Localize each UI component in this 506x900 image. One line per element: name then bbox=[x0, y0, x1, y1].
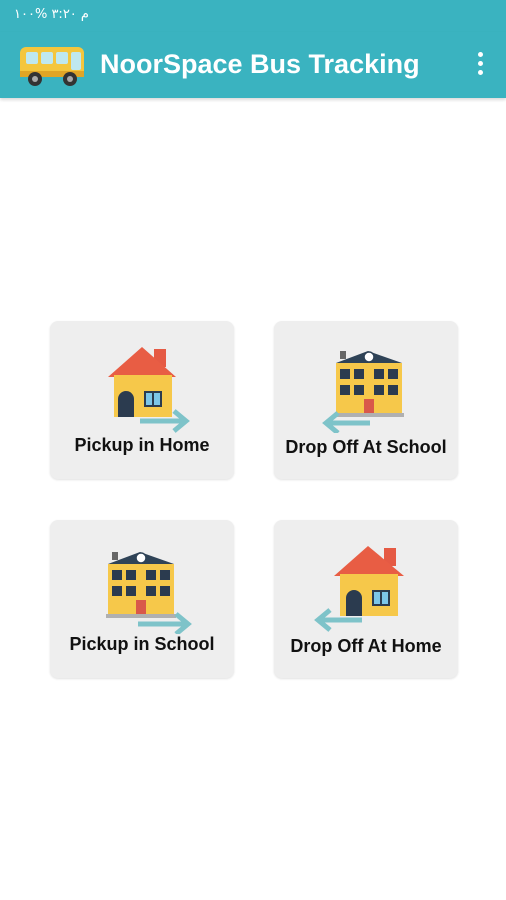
home-arrow-right-icon bbox=[108, 347, 190, 433]
app-bar: NoorSpace Bus Tracking bbox=[0, 32, 506, 98]
card-label: Pickup in Home bbox=[74, 435, 210, 455]
status-text: م ٣:٢٠ %١٠٠ bbox=[14, 7, 89, 22]
school-arrow-right-icon bbox=[106, 552, 192, 634]
drop-off-at-home-card[interactable]: Drop Off At Home bbox=[274, 520, 458, 678]
bus-logo-icon bbox=[20, 47, 84, 86]
card-label: Drop Off At School bbox=[285, 437, 447, 457]
pickup-in-school-card[interactable]: Pickup in School bbox=[50, 520, 234, 678]
more-vert-icon[interactable] bbox=[468, 52, 492, 78]
drop-off-at-school-card[interactable]: Drop Off At School bbox=[274, 321, 458, 479]
status-bar: م ٣:٢٠ %١٠٠ bbox=[0, 0, 506, 32]
school-arrow-left-icon bbox=[322, 351, 404, 433]
card-label: Pickup in School bbox=[69, 634, 215, 654]
card-label: Drop Off At Home bbox=[290, 636, 442, 656]
app-title: NoorSpace Bus Tracking bbox=[100, 49, 420, 79]
pickup-in-home-card[interactable]: Pickup in Home bbox=[50, 321, 234, 479]
home-arrow-left-icon bbox=[314, 546, 404, 632]
